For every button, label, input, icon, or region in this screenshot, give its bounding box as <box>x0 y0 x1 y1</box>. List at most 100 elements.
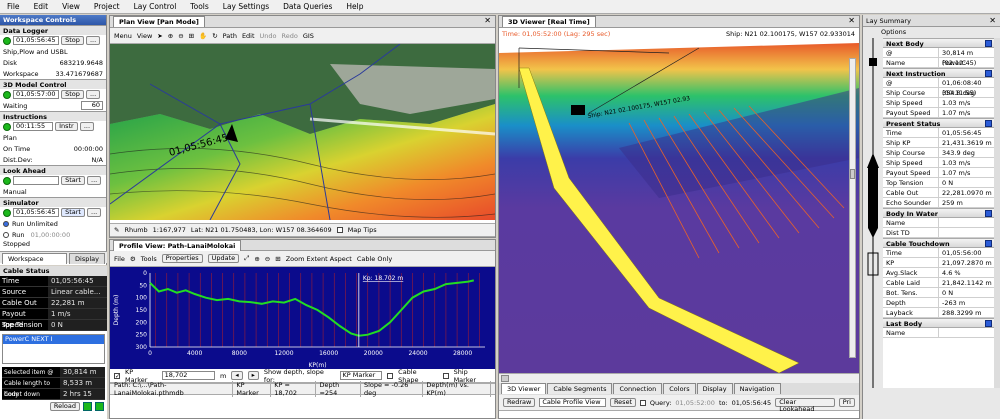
plan-gis-button[interactable]: GIS <box>303 32 314 40</box>
model-stop-button[interactable]: Stop <box>61 90 84 99</box>
profile-chart[interactable]: 0501001502002503000 4000 8000 12000 16000 200… <box>110 267 495 369</box>
plan-redo-button[interactable]: Redo <box>282 32 298 40</box>
section-toggle-icon[interactable] <box>985 120 992 127</box>
menu-item[interactable]: File <box>0 2 27 11</box>
body-list[interactable]: PowerC NEXT I <box>2 334 105 364</box>
run-radio[interactable] <box>3 231 9 238</box>
reload-button[interactable]: Reload <box>49 402 80 411</box>
simulator-start-button[interactable]: Start <box>61 208 85 217</box>
rhumb-select[interactable]: Rhumb <box>124 226 147 234</box>
menu-item[interactable]: Tools <box>183 2 215 11</box>
section-toggle-icon[interactable] <box>985 40 992 47</box>
tab-display[interactable]: Display <box>69 253 105 264</box>
menu-item[interactable]: Edit <box>27 2 56 11</box>
menu-item[interactable]: Lay Settings <box>216 2 276 11</box>
redraw-button[interactable]: Redraw <box>503 398 536 407</box>
profile-view-tab[interactable]: Profile View: Path-LanaiMolokai <box>113 240 242 251</box>
data-logger-stop-button[interactable]: Stop <box>61 36 84 45</box>
plan-view-tab[interactable]: Plan View [Pan Mode] <box>113 16 205 27</box>
view-mode-select[interactable]: Cable Profile View <box>539 398 606 407</box>
zoom-out-icon[interactable]: ⊖ <box>178 32 183 40</box>
depth-for-select[interactable]: KP Marker <box>339 371 383 380</box>
viewer-tab-display[interactable]: Display <box>696 383 733 394</box>
summary-value: 259 m <box>942 199 963 207</box>
kp-marker-input[interactable]: 18,702 <box>161 371 216 380</box>
look-ahead-start-button[interactable]: Start <box>61 176 85 185</box>
look-ahead-more-button[interactable]: ... <box>87 176 102 185</box>
options-menu[interactable]: Options <box>863 27 1000 38</box>
gear-icon[interactable]: ⚙ <box>130 255 136 263</box>
viewer-tab-cable-segments[interactable]: Cable Segments <box>547 383 613 394</box>
menu-item[interactable]: Data Queries <box>276 2 339 11</box>
viewer-tab-colors[interactable]: Colors <box>663 383 696 394</box>
refresh-icon[interactable]: ↻ <box>212 32 217 40</box>
list-item[interactable]: PowerC NEXT I <box>3 335 104 344</box>
viewer-tab-connection[interactable]: Connection <box>613 383 663 394</box>
status-row: Source Linear cable... <box>0 287 107 298</box>
update-button[interactable]: Update <box>207 254 240 263</box>
menu-item[interactable]: Project <box>87 2 127 11</box>
model-more-button[interactable]: ... <box>85 90 101 99</box>
tab-workspace-controls[interactable]: Workspace Controls <box>2 253 68 274</box>
status-led-icon <box>3 122 11 131</box>
simulator-more-button[interactable]: ... <box>87 208 102 217</box>
pencil-icon[interactable]: ✎ <box>114 226 119 234</box>
plan-menu-button[interactable]: Menu <box>114 32 132 40</box>
close-icon[interactable]: ✕ <box>989 15 996 27</box>
section-toggle-icon[interactable] <box>985 320 992 327</box>
map-tips-checkbox[interactable] <box>336 227 343 233</box>
lay-summary-panel: Lay Summary ✕ Options Next Body @30,814 m… <box>862 15 1000 419</box>
menu-item[interactable]: Lay Control <box>127 2 184 11</box>
viewer-controls: Redraw Cable Profile View Reset Query: 0… <box>499 395 859 413</box>
cable-only-button[interactable]: Cable Only <box>357 255 392 263</box>
zoom-box-icon[interactable]: ⊞ <box>275 255 280 263</box>
plan-edit-button[interactable]: Edit <box>242 32 255 40</box>
section-toggle-icon[interactable] <box>985 240 992 247</box>
clear-lookahead-button[interactable]: Clear Lookahead <box>775 398 835 413</box>
kp-next-button[interactable]: ▸ <box>247 371 259 380</box>
reset-button[interactable]: Reset <box>609 398 637 407</box>
kp-marker-checkbox[interactable]: ✓ <box>114 372 120 379</box>
zoom-in-icon[interactable]: ⊕ <box>168 32 173 40</box>
expand-icon[interactable]: ⤢ <box>244 254 249 263</box>
kp-prev-button[interactable]: ◂ <box>231 371 243 380</box>
vertical-slider[interactable] <box>849 58 856 358</box>
zoom-box-icon[interactable]: ⊞ <box>189 32 194 40</box>
viewer-3d-scene[interactable]: Time: 01,05:52:00 (Lag: 295 sec) Ship: N… <box>499 28 859 373</box>
print-button[interactable]: Pri <box>838 398 855 407</box>
ship-marker-checkbox[interactable] <box>442 372 449 379</box>
status-row: Payout speed 1 m/s <box>0 309 107 329</box>
plan-path-button[interactable]: Path <box>223 32 237 40</box>
plan-map[interactable]: 01,05:56:45 <box>110 44 495 220</box>
profile-file-menu[interactable]: File <box>114 255 125 263</box>
pointer-icon[interactable]: ➤ <box>157 32 162 40</box>
zoom-extent-button[interactable]: Zoom Extent Aspect <box>286 255 352 263</box>
menu-item[interactable]: Help <box>339 2 370 11</box>
pan-icon[interactable]: ✋ <box>199 32 207 40</box>
data-logger-more-button[interactable]: ... <box>85 36 101 45</box>
section-toggle-icon[interactable] <box>985 70 992 77</box>
zoom-in-icon[interactable]: ⊕ <box>254 255 259 263</box>
waiting-input[interactable]: 60 <box>81 101 103 110</box>
close-icon[interactable]: ✕ <box>484 16 491 25</box>
section-toggle-icon[interactable] <box>985 210 992 217</box>
cable-shape-checkbox[interactable] <box>387 372 394 379</box>
run-unlimited-radio[interactable] <box>3 220 9 227</box>
plan-undo-button[interactable]: Undo <box>260 32 277 40</box>
properties-button[interactable]: Properties <box>161 254 203 263</box>
plan-view-button[interactable]: View <box>137 32 152 40</box>
summary-key: Ship Course <box>883 148 939 157</box>
menu-item[interactable]: View <box>55 2 87 11</box>
play-icon[interactable] <box>83 402 92 411</box>
viewer-tab-navigation[interactable]: Navigation <box>733 383 781 394</box>
profile-tools-menu[interactable]: Tools <box>141 255 157 263</box>
viewer-tab-3d-viewer[interactable]: 3D Viewer <box>501 383 547 394</box>
zoom-out-icon[interactable]: ⊖ <box>265 255 270 263</box>
horizontal-slider[interactable] <box>499 373 859 383</box>
instructions-instr-button[interactable]: Instr <box>55 122 78 131</box>
pause-icon[interactable] <box>95 402 104 411</box>
query-checkbox[interactable] <box>640 399 646 406</box>
viewer-tab[interactable]: 3D Viewer [Real Time] <box>502 16 596 27</box>
close-icon[interactable]: ✕ <box>848 16 855 25</box>
instructions-more-button[interactable]: ... <box>79 122 95 131</box>
